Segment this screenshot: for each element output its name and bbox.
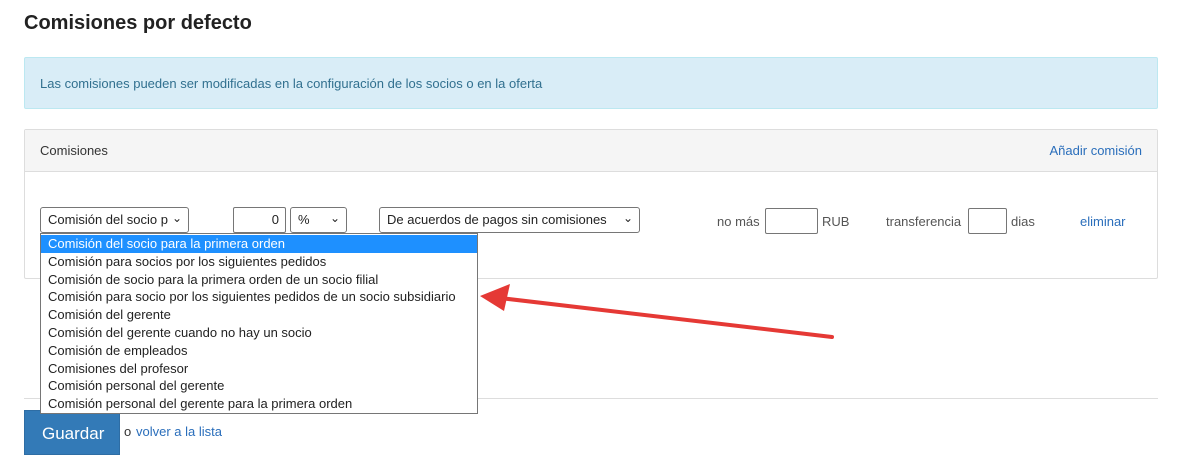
dropdown-option[interactable]: Comisión personal del gerente [41,377,477,395]
dropdown-option[interactable]: Comisión de socio para la primera orden … [41,271,477,289]
dropdown-option[interactable]: Comisión personal del gerente para la pr… [41,395,477,413]
info-alert: Las comisiones pueden ser modificadas en… [24,57,1158,109]
add-commission-link[interactable]: Añadir comisión [1050,143,1143,158]
delete-commission-link[interactable]: eliminar [1080,214,1126,229]
commission-type-value: Comisión del socio p [48,212,168,227]
commission-amount-input[interactable]: 0 [233,207,286,233]
page-title: Comisiones por defecto [24,12,252,34]
dropdown-option[interactable]: Comisión de empleados [41,342,477,360]
currency-label: RUB [822,214,850,229]
dropdown-option[interactable]: Comisión para socios por los siguientes … [41,253,477,271]
dropdown-option[interactable]: Comisión para socio por los siguientes p… [41,288,477,306]
commission-amount-value: 0 [271,212,279,227]
no-mas-label: no más [717,214,760,229]
days-label: dias [1011,214,1035,229]
transfer-label: transferencia [886,214,962,229]
chevron-down-icon: ⌄ [171,211,182,225]
dropdown-option[interactable]: Comisiones del profesor [41,360,477,378]
dropdown-option[interactable]: Comisión del gerente cuando no hay un so… [41,324,477,342]
commission-type-dropdown-list: Comisión del socio para la primera orden… [40,233,478,414]
info-alert-text: Las comisiones pueden ser modificadas en… [40,76,543,91]
chevron-down-icon: ⌄ [622,211,633,225]
dropdown-option[interactable]: Comisión del gerente [41,306,477,324]
back-to-list-link[interactable]: volver a la lista [136,424,222,439]
commission-type-select[interactable]: Comisión del socio p ⌄ [40,207,189,233]
commission-unit-select[interactable]: % ⌄ [290,207,347,233]
payment-agreement-value: De acuerdos de pagos sin comisiones [387,212,607,227]
max-amount-input[interactable] [765,208,818,234]
panel-title: Comisiones [40,143,108,158]
save-button[interactable]: Guardar [24,410,120,455]
chevron-down-icon: ⌄ [329,211,340,225]
dropdown-option[interactable]: Comisión del socio para la primera orden [41,235,477,253]
commissions-panel-header: Comisiones Añadir comisión [25,130,1157,172]
or-label: o [124,424,132,439]
payment-agreement-select[interactable]: De acuerdos de pagos sin comisiones ⌄ [379,207,640,233]
transfer-days-input[interactable] [968,208,1007,234]
commission-unit-value: % [298,212,310,227]
